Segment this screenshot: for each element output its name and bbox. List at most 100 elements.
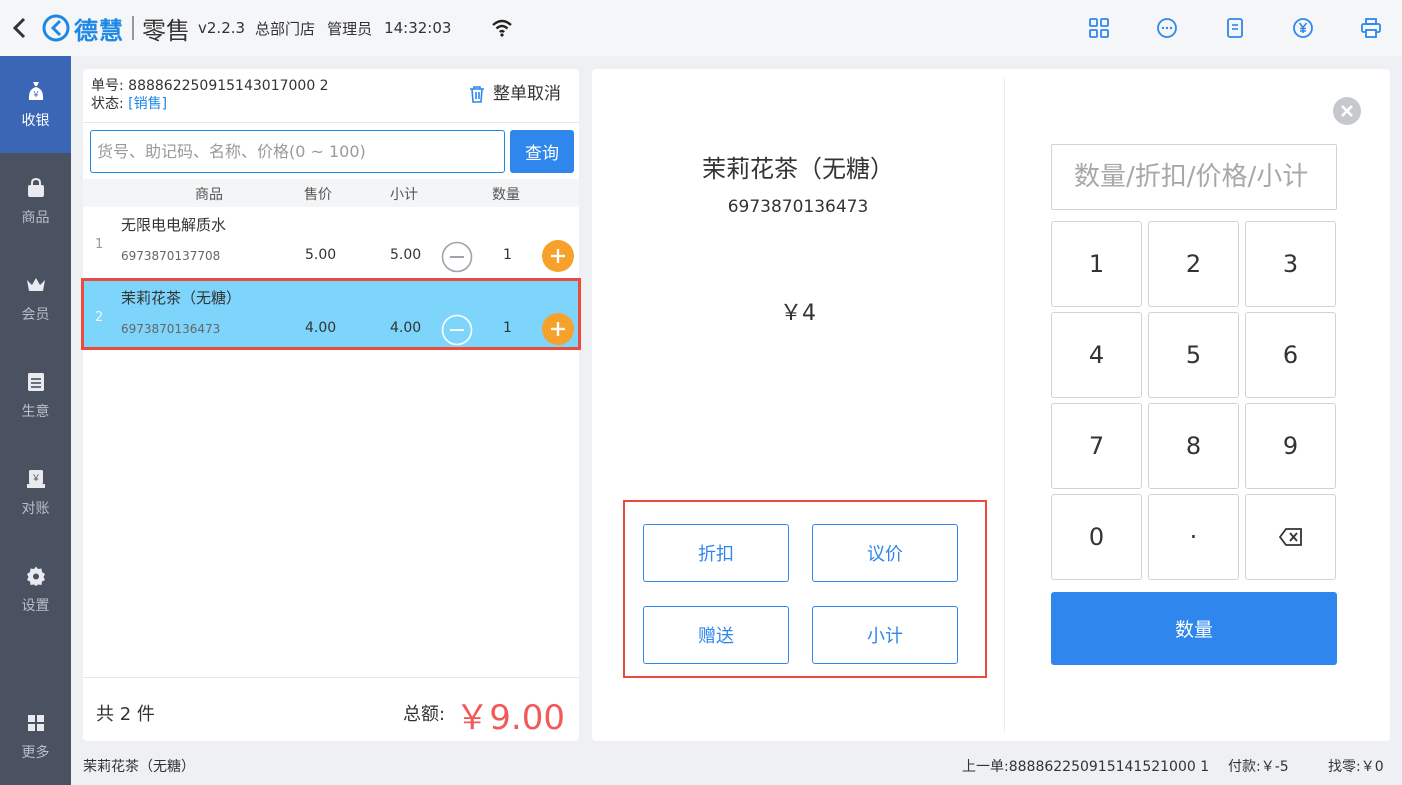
brand-name: 德慧 [74,16,124,45]
detail-panel: 茉莉花茶（无糖） 6973870136473 ￥4 折扣 议价 赠送 小计 1 … [592,69,1390,741]
key-8[interactable]: 8 [1148,403,1239,489]
row-subtotal: 5.00 [390,247,422,263]
discount-button[interactable]: 折扣 [643,524,789,582]
title-separator [132,16,134,40]
nav-label: 更多 [21,744,50,761]
reconcile-icon: ￥ [26,469,45,488]
row-name: 无限电电解质水 [121,216,227,234]
nav-item-settings[interactable]: 设置 [0,541,71,638]
key-9[interactable]: 9 [1245,403,1336,489]
nav-item-cashier[interactable]: ￥ 收银 [0,56,71,153]
yen-circle-icon[interactable] [1292,17,1314,39]
nav-label: 会员 [21,306,50,323]
key-6[interactable]: 6 [1245,312,1336,398]
paid-text: 付款:￥-5 [1228,759,1289,775]
search-button[interactable]: 查询 [510,129,574,173]
order-footer: 共 2 件 总额: ￥9.00 [83,677,579,741]
key-0[interactable]: 0 [1051,494,1142,580]
cancel-order-button[interactable]: 整单取消 [469,85,561,103]
total-label: 总额: [403,704,446,725]
key-7[interactable]: 7 [1051,403,1142,489]
user-role: 管理员 [327,19,373,38]
nav-label: 对账 [21,500,50,517]
gift-button[interactable]: 赠送 [643,606,789,664]
row-qty: 1 [503,247,512,263]
row-code: 6973870136473 [121,322,221,336]
product-price: ￥4 [780,301,816,326]
table-header: 商品 售价 小计 数量 [83,179,579,207]
key-2[interactable]: 2 [1148,221,1239,307]
search-row: 查询 [83,123,579,179]
backspace-icon [1278,528,1302,546]
nav-label: 生意 [21,403,50,420]
order-header: 单号: 888862250915143017000 2 状态: [销售] 整单取… [83,69,579,123]
product-code: 6973870136473 [727,197,869,217]
printer-icon[interactable] [1360,17,1382,39]
action-group: 折扣 议价 赠送 小计 [623,500,987,678]
table-row[interactable]: 1 无限电电解质水 6973870137708 5.00 5.00 1 [83,207,579,275]
row-price: 5.00 [305,247,337,263]
chat-icon[interactable] [1156,17,1178,39]
app-name: 零售 [142,16,190,45]
quantity-confirm-button[interactable]: 数量 [1051,592,1337,665]
nav-label: 设置 [21,597,50,614]
nav-item-members[interactable]: 会员 [0,250,71,347]
trash-icon [470,86,484,103]
close-icon[interactable] [1332,96,1362,126]
cash-bag-icon: ￥ [28,81,43,100]
table-row-selected[interactable]: 2 茉莉花茶（无糖） 6973870136473 4.00 4.00 1 [81,278,581,350]
wifi-icon [492,19,513,37]
product-name: 茉莉花茶（无糖） [702,155,894,183]
key-5[interactable]: 5 [1148,312,1239,398]
back-button[interactable] [0,0,40,56]
nav-item-business[interactable]: 生意 [0,347,71,444]
grid-icon[interactable] [1088,17,1110,39]
row-name: 茉莉花茶（无糖） [121,289,242,307]
more-grid-icon [27,714,44,731]
col-price: 售价 [304,187,332,203]
subtotal-button[interactable]: 小计 [812,606,958,664]
svg-text:￥: ￥ [31,474,40,484]
key-backspace[interactable] [1245,494,1336,580]
logo-icon [42,14,70,42]
key-4[interactable]: 4 [1051,312,1142,398]
row-index: 1 [95,237,104,252]
crown-icon [26,277,45,291]
row-qty: 1 [503,320,512,336]
key-3[interactable]: 3 [1245,221,1336,307]
negotiate-price-button[interactable]: 议价 [812,524,958,582]
key-1[interactable]: 1 [1051,221,1142,307]
nav-item-products[interactable]: 商品 [0,153,71,250]
chevron-left-icon [12,17,26,39]
row-index: 2 [95,310,104,325]
minus-icon[interactable] [441,241,473,273]
plus-icon[interactable] [541,312,575,346]
ledger-icon [27,372,44,391]
previous-order-text: 上一单:888862250915141521000 1 [962,759,1210,775]
search-input[interactable] [90,129,505,173]
nav-label: 商品 [21,209,50,226]
quantity-input[interactable] [1051,144,1337,210]
gear-icon [26,566,45,586]
document-icon[interactable] [1224,17,1246,39]
item-count: 共 2 件 [96,704,155,725]
change-text: 找零:￥0 [1328,759,1384,775]
clock: 14:32:03 [384,19,452,37]
nav-item-reconcile[interactable]: ￥ 对账 [0,444,71,541]
minus-icon[interactable] [441,314,473,346]
row-subtotal: 4.00 [390,320,422,336]
col-subtotal: 小计 [390,187,418,203]
side-nav: ￥ 收银 商品 会员 生意 ￥ 对账 设置 更多 [0,56,71,785]
order-panel: 单号: 888862250915143017000 2 状态: [销售] 整单取… [81,69,581,741]
shopping-bag-icon [27,177,44,197]
app-version: v2.2.3 [198,19,246,37]
row-code: 6973870137708 [121,249,221,263]
nav-item-more[interactable]: 更多 [0,688,71,785]
key-dot[interactable]: · [1148,494,1239,580]
status-bar: 茉莉花茶（无糖） 上一单:888862250915141521000 1 付款:… [71,748,1402,785]
col-qty: 数量 [492,187,520,203]
plus-icon[interactable] [541,239,575,273]
store-name: 总部门店 [255,19,316,38]
total-amount: ￥9.00 [455,698,565,738]
current-item-text: 茉莉花茶（无糖） [83,759,195,775]
